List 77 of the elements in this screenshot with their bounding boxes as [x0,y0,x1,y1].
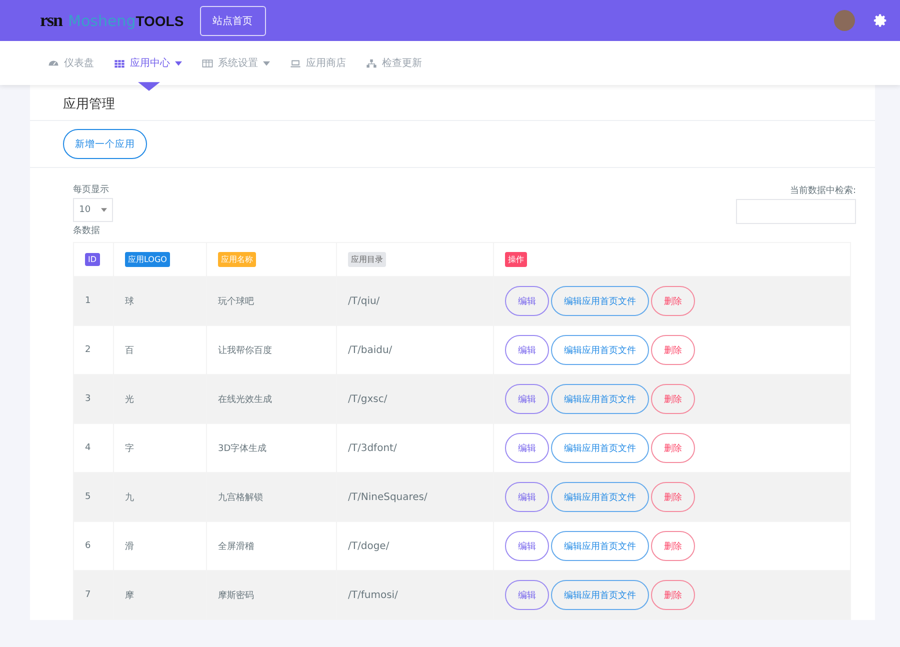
app-name: 摩斯密码 [218,590,254,600]
app-logo-text: 光 [125,394,134,404]
row-id: 7 [85,590,91,600]
edit-button[interactable]: 编辑 [505,433,549,463]
row-id: 1 [85,296,91,306]
edit-button[interactable]: 编辑 [505,531,549,561]
edit-button[interactable]: 编辑 [505,335,549,365]
edit-homepage-file-button[interactable]: 编辑应用首页文件 [551,286,649,316]
per-page-label: 每页显示 [73,184,109,196]
add-app-button[interactable]: 新增一个应用 [63,129,147,159]
column-header-badge[interactable]: 应用LOGO [125,252,170,267]
app-directory: /T/NineSquares/ [348,492,428,502]
edit-button[interactable]: 编辑 [505,286,549,316]
row-id: 3 [85,394,91,404]
search-field[interactable] [736,199,856,224]
caret-icon [100,208,107,212]
app-directory: /T/qiu/ [348,296,380,306]
per-page-suffix: 条数据 [73,224,100,237]
delete-button[interactable]: 删除 [651,531,695,561]
delete-button[interactable]: 删除 [651,286,695,316]
row-id: 4 [85,443,91,453]
delete-button[interactable]: 删除 [651,482,695,512]
app-name: 让我帮你百度 [218,346,272,356]
edit-homepage-file-button[interactable]: 编辑应用首页文件 [551,433,649,463]
edit-homepage-file-button[interactable]: 编辑应用首页文件 [551,482,649,512]
nav-item[interactable]: 应用中心 [114,56,182,70]
settings-icon[interactable] [873,13,888,28]
column-header-badge[interactable]: 操作 [505,252,527,267]
edit-button[interactable]: 编辑 [505,384,549,414]
home-button[interactable]: 站点首页 [200,6,266,36]
app-logo-text: 球 [125,296,134,306]
delete-button[interactable]: 删除 [651,580,695,610]
edit-homepage-file-button[interactable]: 编辑应用首页文件 [551,531,649,561]
avatar[interactable] [834,10,855,31]
app-logo-text: 滑 [125,542,134,552]
row-id: 6 [85,541,91,551]
delete-button[interactable]: 删除 [651,433,695,463]
page-size-select[interactable]: 10 [73,198,113,222]
active-pointer-icon [138,82,160,91]
app-name: 玩个球吧 [218,296,254,306]
sitemap-icon [366,58,377,68]
column-header-badge[interactable]: ID [85,253,100,266]
app-logo-text: 百 [125,346,134,356]
nav-item[interactable]: 系统设置 [202,56,270,70]
app-name: 全屏滑稽 [218,542,254,552]
delete-button[interactable]: 删除 [651,384,695,414]
app-directory: /T/baidu/ [348,344,392,356]
table-icon [202,58,213,68]
page-title: 应用管理 [63,97,115,112]
logo-mark: rsn [40,10,62,31]
search-label: 当前数据中检索: [790,184,856,197]
laptop-icon [290,58,301,68]
app-name: 在线光效生成 [218,394,272,404]
app-logo-text: 摩 [125,590,134,600]
column-header-badge[interactable]: 应用目录 [348,252,386,267]
app-logo-text: 字 [125,444,134,454]
logo-brand: Mosheng [68,12,136,30]
edit-homepage-file-button[interactable]: 编辑应用首页文件 [551,580,649,610]
app-directory: /T/gxsc/ [348,394,388,404]
edit-homepage-file-button[interactable]: 编辑应用首页文件 [551,384,649,414]
nav-item[interactable]: 应用商店 [290,56,346,70]
logo-text: TOOLS [136,13,184,29]
app-name: 九宫格解锁 [218,492,263,502]
row-id: 2 [85,345,91,355]
app-name: 3D字体生成 [218,444,267,454]
edit-button[interactable]: 编辑 [505,580,549,610]
app-directory: /T/fumosi/ [348,590,398,600]
app-logo-text: 九 [125,492,134,502]
nav-item[interactable]: 仪表盘 [48,56,94,70]
grid-icon [114,58,125,68]
app-directory: /T/3dfont/ [348,442,397,454]
app-directory: /T/doge/ [348,540,390,552]
edit-homepage-file-button[interactable]: 编辑应用首页文件 [551,335,649,365]
row-id: 5 [85,492,91,502]
edit-button[interactable]: 编辑 [505,482,549,512]
delete-button[interactable]: 删除 [651,335,695,365]
nav-item[interactable]: 检查更新 [366,56,422,70]
